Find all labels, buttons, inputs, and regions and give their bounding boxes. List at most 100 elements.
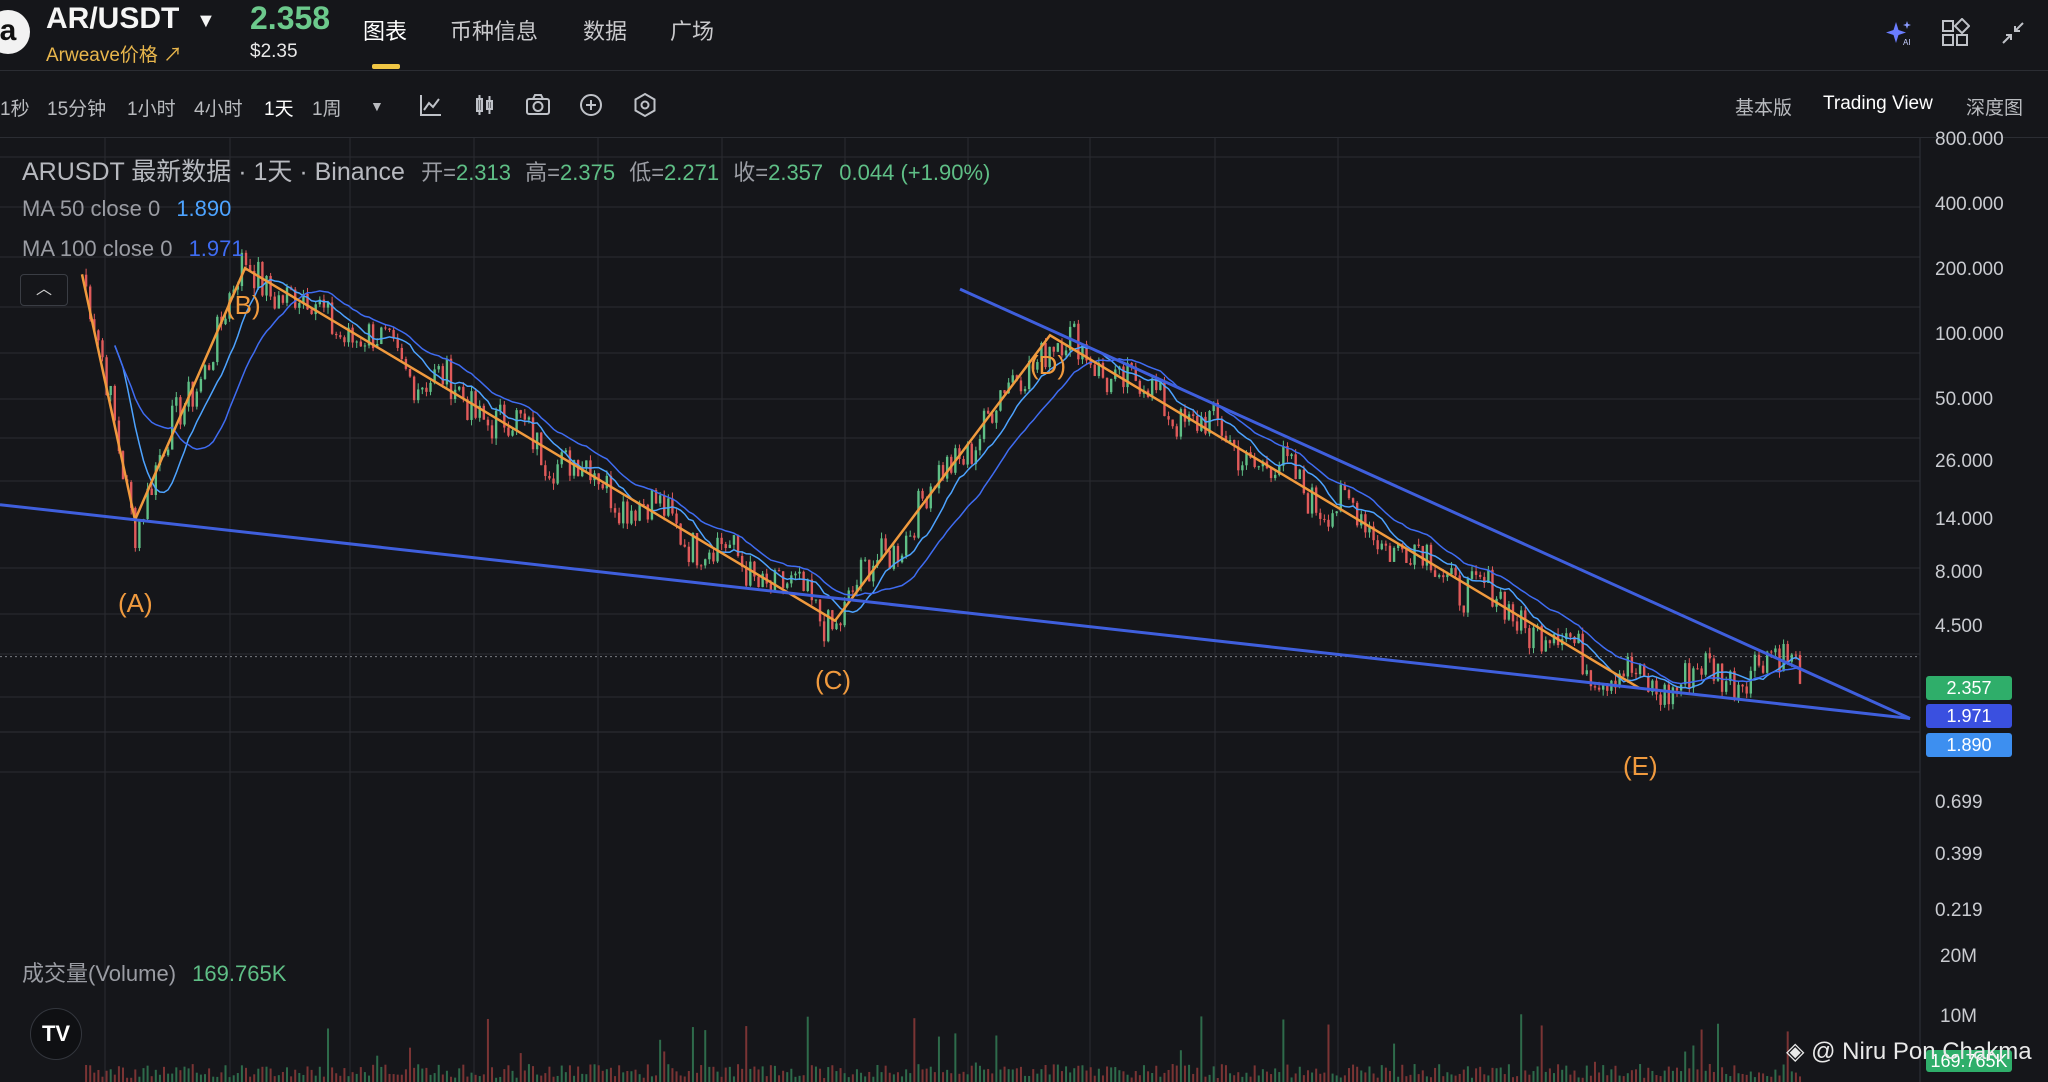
volume-bar: [327, 1028, 330, 1082]
timeframe-1h[interactable]: 1小时: [127, 94, 176, 121]
candle-body: [1462, 605, 1465, 613]
candle-body: [884, 538, 887, 551]
coin-price-link[interactable]: Arweave价格 ↗: [46, 40, 182, 67]
volume-bar: [380, 1066, 383, 1082]
candle-body: [1314, 487, 1318, 513]
price-chart[interactable]: ARUSDT 最新数据 · 1天 · Binance 开=2.313 高=2.3…: [0, 129, 2048, 1082]
volume-bar: [905, 1069, 908, 1082]
candle-body: [986, 410, 990, 414]
volume-bar: [1069, 1072, 1072, 1082]
legend-ma50[interactable]: MA 50 close 0 1.890: [22, 196, 231, 222]
collapse-icon[interactable]: [1998, 18, 2028, 48]
chart-grid: [0, 138, 1921, 1082]
timeframe-1s[interactable]: 1秒: [0, 94, 30, 121]
candle-body: [396, 338, 399, 348]
candle-type-icon[interactable]: [472, 92, 498, 118]
volume-bar: [1036, 1073, 1039, 1082]
collapse-legend-button[interactable]: ︿: [20, 274, 68, 306]
volume-bar: [864, 1076, 867, 1082]
volume-bar: [773, 1065, 776, 1082]
volume-bar: [1007, 1069, 1010, 1082]
volume-bar: [532, 1066, 535, 1082]
volume-bar: [618, 1065, 621, 1082]
candle-body: [1794, 654, 1798, 656]
tab-data[interactable]: 数据: [583, 14, 627, 46]
legend-ma100[interactable]: MA 100 close 0 1.971: [22, 236, 244, 262]
ma50-price-tag: 1.890: [1926, 733, 2012, 757]
volume-bar: [823, 1077, 826, 1082]
volume-bar: [1520, 1014, 1523, 1082]
y-tick: 4.500: [1935, 616, 1983, 637]
volume-bar: [220, 1072, 223, 1082]
camera-icon[interactable]: [525, 92, 551, 118]
volume-bar: [1196, 1067, 1199, 1082]
legend-ma100-label: MA 100 close 0: [22, 236, 173, 261]
volume-bar: [1101, 1075, 1104, 1082]
candle-body: [212, 362, 215, 370]
volume-bar: [1438, 1064, 1441, 1082]
y-tick: 200.000: [1935, 259, 2004, 280]
volume-bar: [1265, 1071, 1268, 1082]
volume-bar: [786, 1072, 789, 1082]
volume-bar: [314, 1075, 317, 1082]
timeframe-more-icon[interactable]: ▼: [370, 98, 384, 114]
volume-bar: [1577, 1077, 1580, 1082]
volume-bar: [847, 1077, 850, 1082]
candle-body: [622, 501, 625, 524]
volume-bar: [946, 1069, 949, 1082]
pair-selector[interactable]: AR/USDT: [46, 2, 179, 36]
timeframe-15m[interactable]: 15分钟: [47, 94, 106, 121]
volume-bar: [503, 1069, 506, 1082]
volume-bar: [962, 1071, 965, 1082]
volume-bar: [1667, 1066, 1670, 1082]
candle-body: [458, 386, 461, 390]
volume-bar: [1688, 1068, 1691, 1082]
volume-bar: [1626, 1073, 1629, 1082]
candle-body: [1175, 426, 1178, 437]
settings-hex-icon[interactable]: [632, 92, 658, 118]
view-trading-view[interactable]: Trading View: [1823, 93, 1933, 115]
tab-chart[interactable]: 图表: [363, 14, 407, 46]
volume-bar: [1216, 1077, 1219, 1082]
volume-bar: [1557, 1064, 1560, 1082]
view-depth[interactable]: 深度图: [1966, 93, 2023, 120]
y-tick: 0.699: [1935, 792, 1983, 813]
candle-body: [851, 590, 855, 592]
candle-body: [929, 486, 932, 509]
volume-bar: [983, 1069, 986, 1082]
volume-bar: [573, 1075, 576, 1082]
grid-layout-icon[interactable]: [1940, 18, 1970, 48]
view-basic[interactable]: 基本版: [1735, 93, 1792, 120]
chevron-down-icon[interactable]: ▼: [196, 10, 216, 33]
volume-bar: [253, 1074, 256, 1082]
candle-body: [1257, 466, 1260, 468]
volume-bar: [1405, 1076, 1408, 1082]
candle-body: [1683, 663, 1687, 685]
timeframe-4h[interactable]: 4小时: [194, 94, 243, 121]
tab-coin-info[interactable]: 币种信息: [450, 14, 538, 46]
volume-bar: [1282, 1019, 1285, 1082]
volume-bar: [1524, 1070, 1527, 1082]
volume-bar: [409, 1047, 412, 1082]
tab-square[interactable]: 广场: [670, 14, 714, 46]
volume-bar: [1639, 1064, 1642, 1082]
ai-sparkle-icon[interactable]: AI: [1884, 18, 1914, 48]
timeframe-1d[interactable]: 1天: [264, 94, 294, 121]
volume-bar: [814, 1066, 817, 1082]
volume-bar: [1573, 1070, 1576, 1082]
candle-body: [888, 550, 891, 569]
chart-canvas[interactable]: [0, 138, 2048, 1082]
volume-bar: [1224, 1065, 1227, 1082]
add-indicator-icon[interactable]: [578, 92, 604, 118]
volume-bar: [1700, 1029, 1703, 1082]
volume-bar: [1122, 1071, 1125, 1082]
volume-bar: [445, 1070, 448, 1082]
volume-bar: [486, 1018, 489, 1082]
candle-body: [909, 535, 912, 537]
volume-bar: [851, 1074, 854, 1082]
tradingview-logo[interactable]: TV: [30, 1008, 82, 1060]
volume-bar: [679, 1075, 682, 1082]
volume-bar: [417, 1064, 420, 1082]
timeframe-1w[interactable]: 1周: [312, 94, 342, 121]
indicator-chart-icon[interactable]: [418, 92, 444, 118]
